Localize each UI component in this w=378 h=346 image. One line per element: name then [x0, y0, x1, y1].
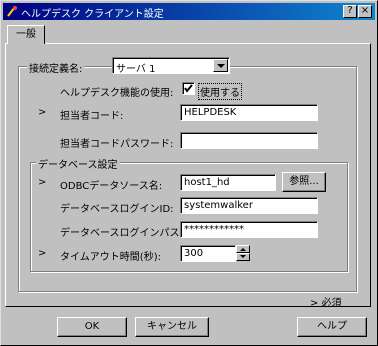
- timeout-spinner[interactable]: [236, 245, 250, 262]
- operator-code-label: 担当者コード:: [60, 111, 124, 122]
- timeout-label: タイムアウト時間(秒):: [60, 252, 161, 263]
- help-button[interactable]: ヘルプ: [297, 317, 367, 337]
- ok-button[interactable]: OK: [57, 317, 127, 337]
- spin-up-icon[interactable]: [236, 245, 250, 253]
- app-icon: [7, 6, 17, 17]
- required-note: > 必須: [310, 298, 342, 309]
- odbc-datasource-label: ODBCデータソース名:: [60, 181, 163, 192]
- timeout-input[interactable]: 300: [180, 245, 236, 262]
- close-button[interactable]: ×: [358, 5, 372, 18]
- dialog-window: ヘルプデスク クライアント設定 ? × 一般 接続定義名: サーバ 1 ヘルプデ…: [0, 0, 378, 346]
- spin-down-icon[interactable]: [236, 253, 250, 261]
- window-title: ヘルプデスク クライアント設定: [21, 9, 164, 20]
- required-marker: >: [38, 107, 47, 118]
- database-group-label: データベース設定: [36, 156, 120, 171]
- login-password-input[interactable]: ************: [180, 221, 318, 238]
- operator-code-input[interactable]: HELPDESK: [180, 104, 318, 121]
- chevron-down-icon[interactable]: [213, 59, 228, 72]
- browse-button[interactable]: 参照...: [282, 172, 326, 192]
- tab-general[interactable]: 一般: [7, 25, 45, 44]
- help-title-button[interactable]: ?: [343, 5, 357, 18]
- helpdesk-use-checkbox-label[interactable]: 使用する: [198, 83, 242, 100]
- login-id-input[interactable]: systemwalker: [180, 197, 318, 214]
- title-bar[interactable]: ヘルプデスク クライアント設定 ? ×: [3, 3, 375, 20]
- connection-label: 接続定義名:: [27, 60, 85, 75]
- required-marker: >: [38, 248, 47, 259]
- cancel-button[interactable]: キャンセル: [135, 317, 209, 337]
- connection-selected-value: サーバ 1: [116, 64, 156, 75]
- required-marker: >: [38, 177, 47, 188]
- login-id-label: データベースログインID:: [60, 204, 174, 215]
- helpdesk-use-checkbox[interactable]: [182, 82, 195, 95]
- operator-password-label: 担当者コードパスワード:: [60, 139, 174, 150]
- operator-password-input[interactable]: [180, 132, 318, 149]
- tab-panel: 接続定義名: サーバ 1 ヘルプデスク機能の使用: 使用する > 担当者コード:…: [5, 43, 371, 309]
- helpdesk-use-label: ヘルプデスク機能の使用:: [60, 88, 174, 99]
- odbc-datasource-input[interactable]: host1_hd: [180, 174, 276, 191]
- check-icon: [184, 84, 193, 93]
- connection-select[interactable]: サーバ 1: [112, 57, 230, 75]
